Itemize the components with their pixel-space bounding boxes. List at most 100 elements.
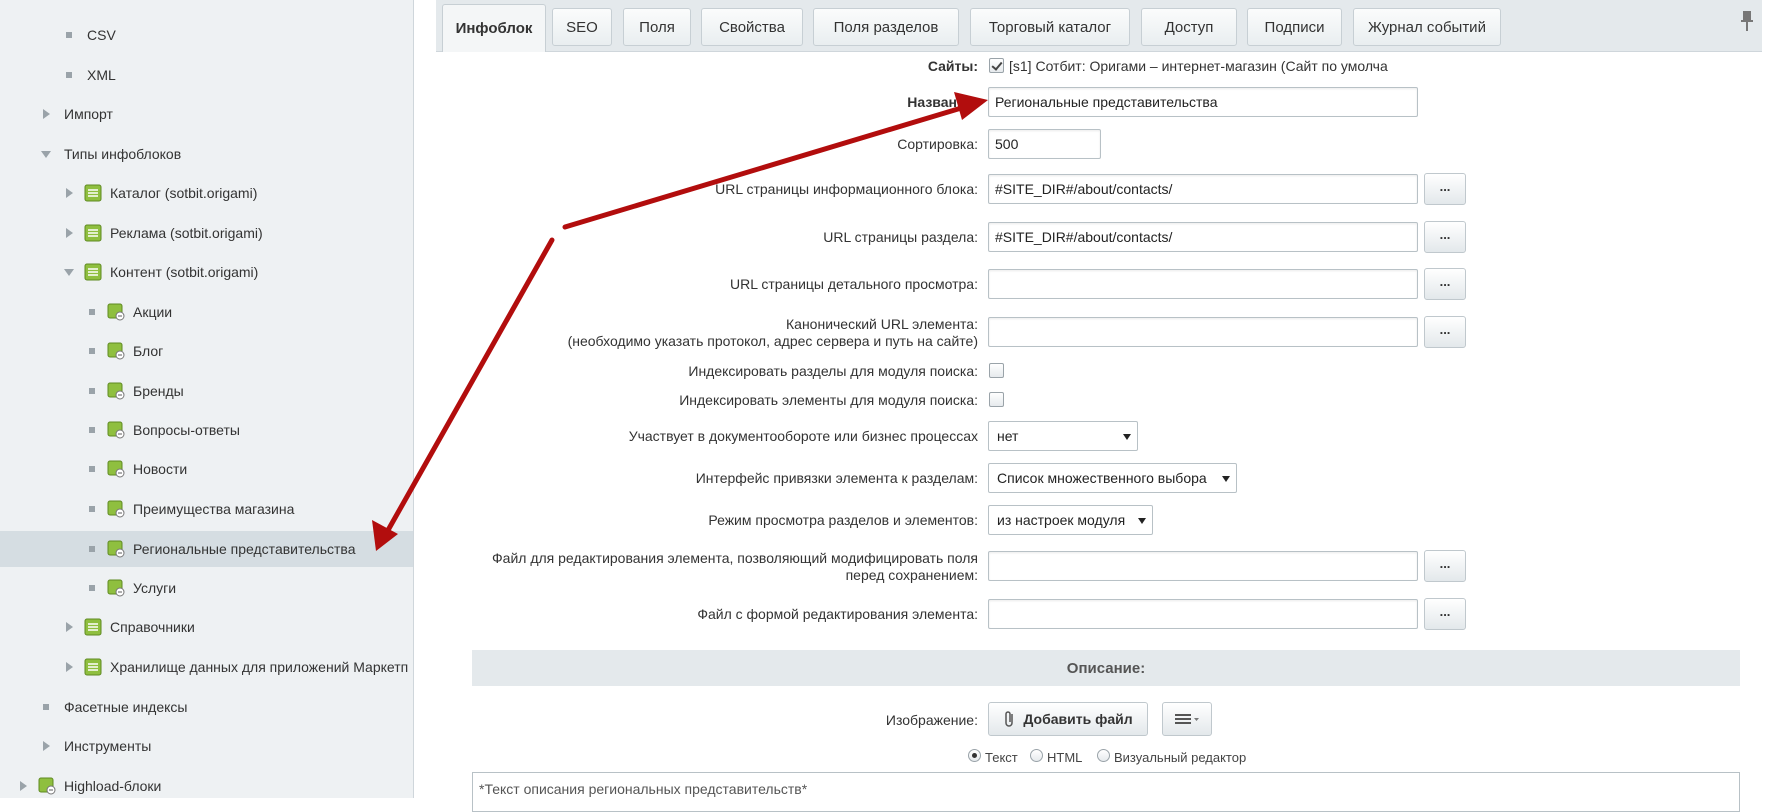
iblock-type-icon xyxy=(84,263,102,281)
sidebar-item-label: XML xyxy=(87,67,116,83)
sidebar-item-highload[interactable]: Highload-блоки xyxy=(0,768,413,798)
collapse-arrow-icon[interactable] xyxy=(64,269,74,276)
tab-iblock[interactable]: Инфоблок xyxy=(442,4,546,52)
sidebar-item-import[interactable]: Импорт xyxy=(0,96,413,132)
index-sections-checkbox[interactable] xyxy=(989,363,1004,378)
expand-arrow-icon[interactable] xyxy=(43,741,50,751)
sidebar-item-label: Справочники xyxy=(110,619,195,635)
sidebar-item-faq[interactable]: Вопросы-ответы xyxy=(0,412,413,448)
name-input[interactable] xyxy=(988,87,1418,117)
sidebar-item-xml[interactable]: XML xyxy=(0,57,413,93)
section-ui-select[interactable]: Список множественного выбора xyxy=(988,463,1237,493)
paperclip-icon xyxy=(1005,711,1014,727)
iblock-type-icon xyxy=(84,224,102,242)
sidebar-item-blog[interactable]: Блог xyxy=(0,333,413,369)
workflow-select[interactable]: нет xyxy=(988,421,1138,451)
bullet-icon xyxy=(89,466,95,472)
sidebar-item-services[interactable]: Услуги xyxy=(0,570,413,606)
tab-access[interactable]: Доступ xyxy=(1141,8,1237,46)
sidebar-item-advantages[interactable]: Преимущества магазина xyxy=(0,491,413,527)
canonical-url-browse-button[interactable]: ... xyxy=(1424,316,1466,348)
expand-arrow-icon[interactable] xyxy=(66,622,73,632)
tab-event-log[interactable]: Журнал событий xyxy=(1353,8,1501,46)
canonical-url-label: Канонический URL элемента: (необходимо у… xyxy=(486,316,978,350)
dropdown-arrow-icon xyxy=(1138,518,1146,524)
canonical-url-label-line2: (необходимо указать протокол, адрес серв… xyxy=(567,333,978,349)
detail-url-input[interactable] xyxy=(988,269,1418,299)
sidebar-item-csv[interactable]: CSV xyxy=(0,17,413,53)
sidebar-item-iblock-types[interactable]: Типы инфоблоков xyxy=(0,136,413,172)
detail-url-label: URL страницы детального просмотра: xyxy=(729,276,978,292)
edit-file-browse-button[interactable]: ... xyxy=(1424,550,1466,582)
name-label: Название: xyxy=(907,94,978,110)
sidebar-item-label: Импорт xyxy=(64,106,113,122)
sidebar-item-regional-offices[interactable]: Региональные представительства xyxy=(0,531,413,567)
add-file-button[interactable]: Добавить файл xyxy=(988,702,1148,736)
edit-form-file-browse-button[interactable]: ... xyxy=(1424,598,1466,630)
text-mode-radio[interactable] xyxy=(968,749,981,762)
tab-captions[interactable]: Подписи xyxy=(1247,8,1342,46)
sidebar-item-brands[interactable]: Бренды xyxy=(0,373,413,409)
sidebar-item-label: Региональные представительства xyxy=(133,541,356,557)
pin-icon[interactable] xyxy=(1740,10,1754,32)
expand-arrow-icon[interactable] xyxy=(66,188,73,198)
detail-url-browse-button[interactable]: ... xyxy=(1424,268,1466,300)
workflow-label: Участвует в документообороте или бизнес … xyxy=(628,428,978,444)
sidebar-item-promotions[interactable]: Акции xyxy=(0,294,413,330)
sort-input[interactable] xyxy=(988,129,1101,159)
sidebar-item-news[interactable]: Новости xyxy=(0,451,413,487)
edit-file-label: Файл для редактирования элемента, позвол… xyxy=(436,550,978,584)
description-section-header: Описание: xyxy=(472,650,1740,686)
expand-arrow-icon[interactable] xyxy=(66,228,73,238)
edit-form-file-input[interactable] xyxy=(988,599,1418,629)
sidebar-item-facet-indexes[interactable]: Фасетные индексы xyxy=(0,689,413,725)
tab-trade-catalog[interactable]: Торговый каталог xyxy=(970,8,1130,46)
section-url-browse-button[interactable]: ... xyxy=(1424,221,1466,253)
sidebar-item-tools[interactable]: Инструменты xyxy=(0,728,413,764)
index-elements-label: Индексировать элементы для модуля поиска… xyxy=(679,392,978,408)
iblock-icon xyxy=(107,421,125,439)
collapse-arrow-icon[interactable] xyxy=(41,151,51,158)
visual-editor-mode-radio[interactable] xyxy=(1097,749,1110,762)
expand-arrow-icon[interactable] xyxy=(43,109,50,119)
expand-arrow-icon[interactable] xyxy=(66,662,73,672)
iblock-icon xyxy=(107,500,125,518)
sidebar-item-label: Каталог (sotbit.origami) xyxy=(110,185,258,201)
bullet-icon xyxy=(66,32,72,38)
visual-editor-mode-label: Визуальный редактор xyxy=(1114,750,1247,765)
iblock-icon xyxy=(107,460,125,478)
tab-section-fields[interactable]: Поля разделов xyxy=(813,8,959,46)
html-mode-label: HTML xyxy=(1047,750,1083,765)
sidebar-item-content[interactable]: Контент (sotbit.origami) xyxy=(0,254,413,290)
sidebar-item-label: Блог xyxy=(133,343,164,359)
tab-seo[interactable]: SEO xyxy=(552,8,612,46)
sidebar-item-marketplace-storage[interactable]: Хранилище данных для приложений Маркетп xyxy=(0,649,413,685)
workflow-select-value: нет xyxy=(997,428,1019,444)
canonical-url-label-line1: Канонический URL элемента: xyxy=(786,316,978,332)
sidebar-item-directories[interactable]: Справочники xyxy=(0,609,413,645)
index-elements-checkbox[interactable] xyxy=(989,392,1004,407)
section-ui-label: Интерфейс привязки элемента к разделам: xyxy=(695,470,978,486)
sidebar-item-label: Вопросы-ответы xyxy=(133,422,240,438)
edit-file-label-line1: Файл для редактирования элемента, позвол… xyxy=(492,550,978,566)
highload-icon xyxy=(38,777,56,795)
sidebar-item-label: Контент (sotbit.origami) xyxy=(110,264,259,280)
edit-file-input[interactable] xyxy=(988,551,1418,581)
expand-arrow-icon[interactable] xyxy=(20,781,27,791)
sidebar-item-ads[interactable]: Реклама (sotbit.origami) xyxy=(0,215,413,251)
tab-fields[interactable]: Поля xyxy=(623,8,691,46)
site-s1-checkbox[interactable] xyxy=(989,58,1004,73)
list-url-input[interactable] xyxy=(988,174,1418,204)
html-mode-radio[interactable] xyxy=(1030,749,1043,762)
dropdown-arrow-icon xyxy=(1123,434,1131,440)
tab-properties[interactable]: Свойства xyxy=(701,8,803,46)
description-textarea[interactable]: *Текст описания региональных представите… xyxy=(472,772,1740,812)
bullet-icon xyxy=(89,585,95,591)
list-url-browse-button[interactable]: ... xyxy=(1424,173,1466,205)
canonical-url-input[interactable] xyxy=(988,317,1418,347)
list-mode-select[interactable]: из настроек модуля xyxy=(988,505,1153,535)
section-url-input[interactable] xyxy=(988,222,1418,252)
sidebar-item-label: Новости xyxy=(133,461,188,477)
file-menu-button[interactable] xyxy=(1162,702,1212,736)
sidebar-item-catalog[interactable]: Каталог (sotbit.origami) xyxy=(0,175,413,211)
